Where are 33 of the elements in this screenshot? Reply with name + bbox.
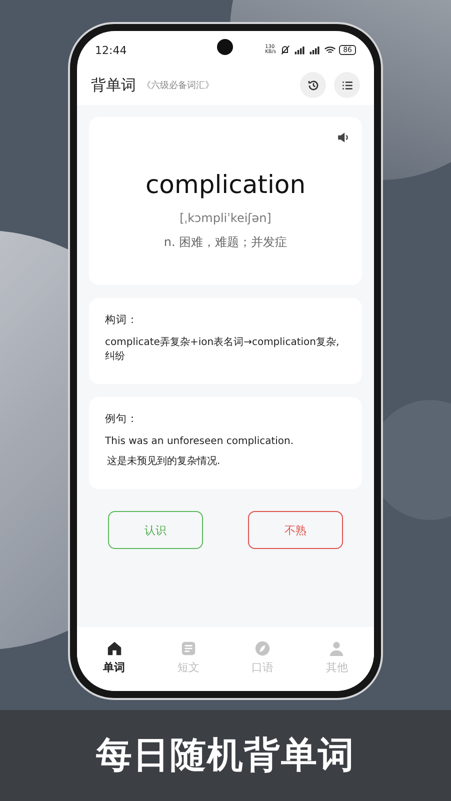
home-icon [106,640,123,656]
section-text: 这是未预见到的复杂情况. [106,455,222,469]
unfamiliar-button[interactable]: 不熟 [248,511,343,549]
speaker-icon [337,131,350,144]
status-time: 12:44 [95,44,127,56]
camera-hole [217,39,233,55]
wifi-icon [324,45,336,55]
phonetic-text: [ˌkɔmpliˈkeiʃən] [180,211,272,225]
section-text: complicate弄复杂+ion表名词→complication复杂,纠纷 [105,336,340,364]
nav-tab[interactable]: 其他 [326,640,348,674]
banner-slogan: 每日随机背单词 [96,734,355,778]
section-label: 构词： [105,313,139,327]
pronounce-button[interactable] [337,131,350,144]
nav-tab[interactable]: 单词 [103,640,126,674]
meaning-text: n. 困难，难题；并发症 [164,234,288,251]
document-icon [180,640,197,656]
history-button[interactable] [300,72,326,98]
section-label: 例句： [105,412,139,426]
book-subtitle: 《六级必备词汇》 [142,80,214,92]
list-button[interactable] [334,72,360,98]
nav-tab[interactable]: 口语 [252,640,274,674]
list-icon [340,78,354,92]
word-headword: complication [145,170,306,199]
compass-icon [254,640,272,656]
section-text: This was an unforeseen complication. [105,435,295,449]
known-button[interactable]: 认识 [108,511,203,549]
mute-icon [279,45,292,55]
nav-tab[interactable]: 短文 [177,640,200,674]
person-icon [328,640,346,656]
history-icon [306,78,320,92]
signal-icon [294,45,306,55]
signal-icon [309,45,322,55]
page-title: 背单词 [91,76,136,94]
